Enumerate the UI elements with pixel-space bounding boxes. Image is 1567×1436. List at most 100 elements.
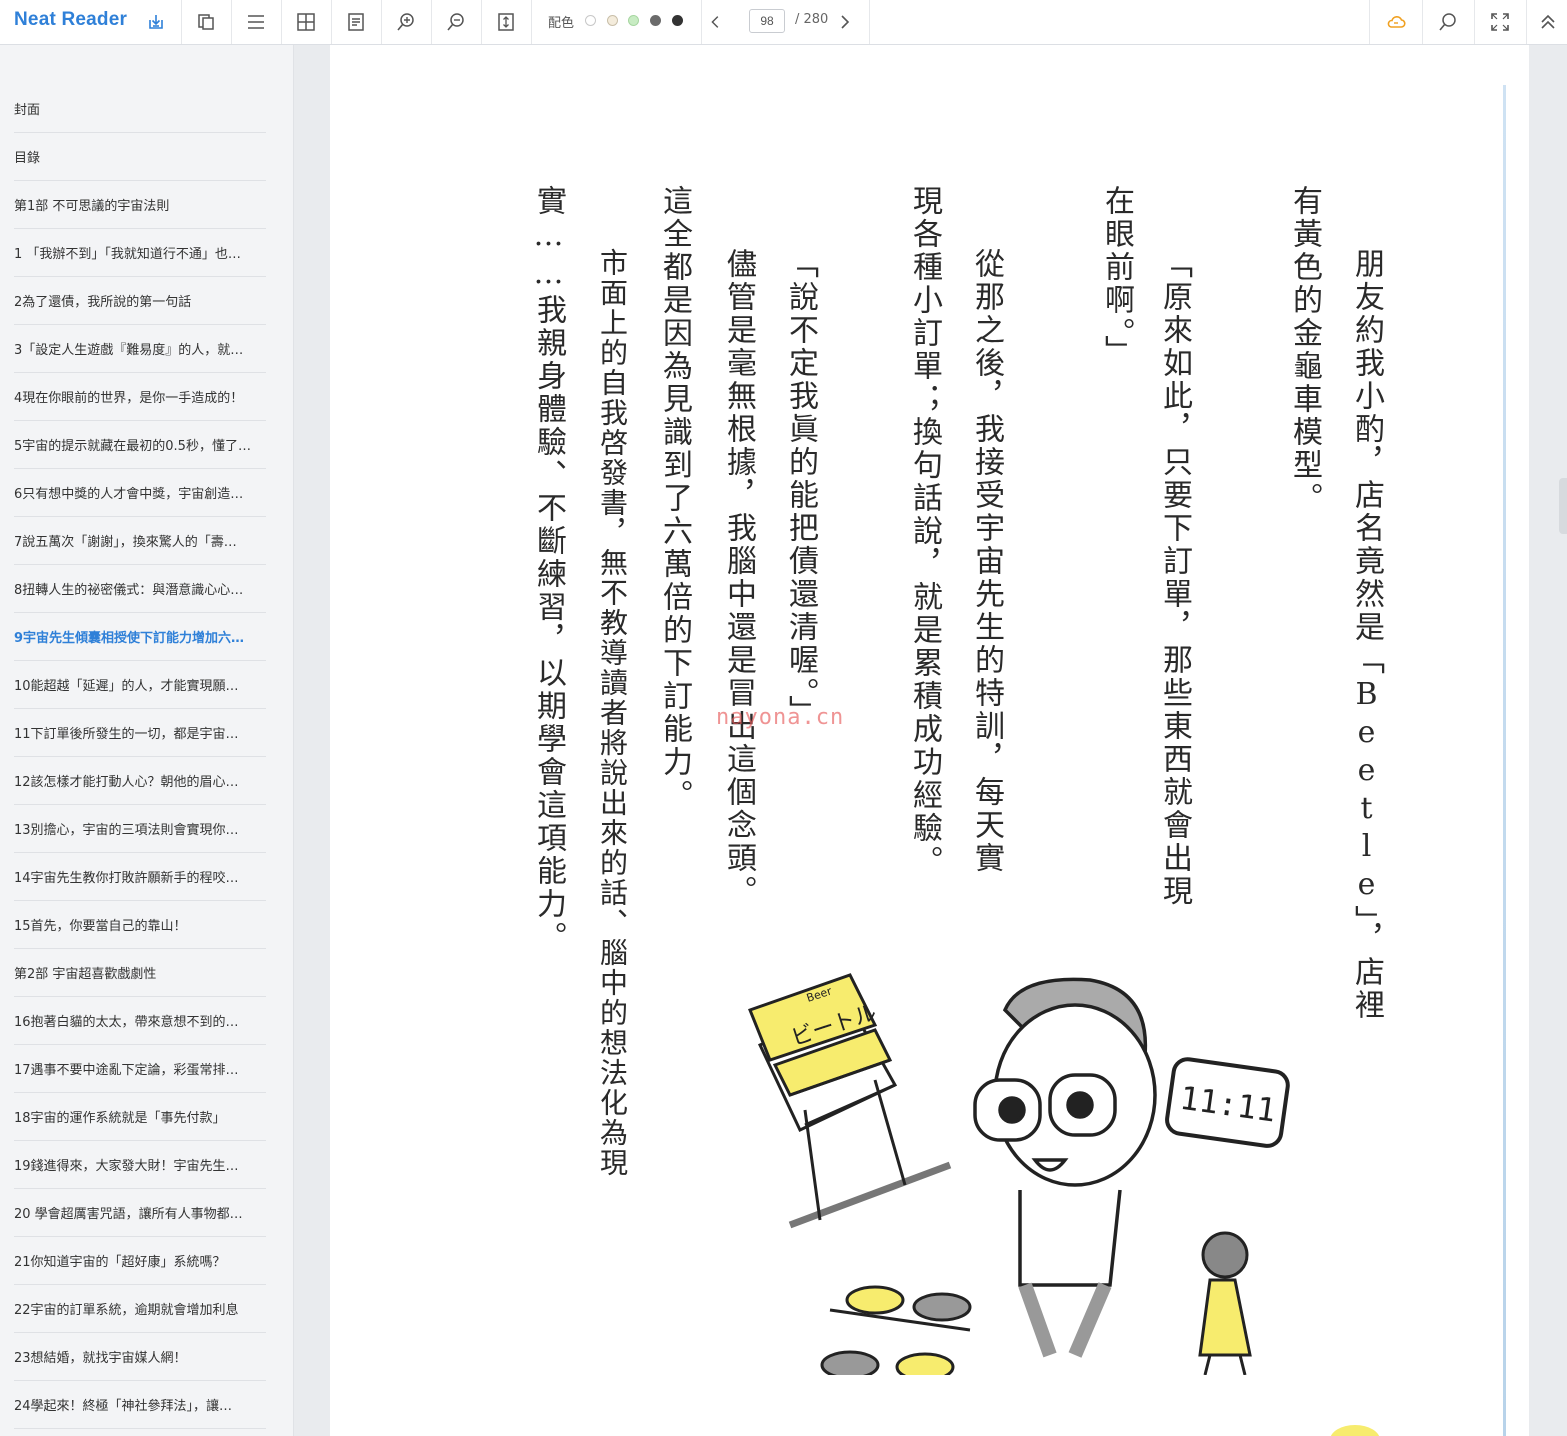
text-column: 「說不定我眞的能把債還清喔。」 bbox=[783, 248, 818, 728]
text-column: 朋友約我小酌，店名竟然是「Beetle」，店裡 bbox=[1349, 248, 1384, 1022]
toc-item[interactable]: 23想結婚，就找宇宙媒人網！ bbox=[14, 1333, 266, 1381]
toc-item[interactable]: 18宇宙的運作系統就是「事先付款」 bbox=[14, 1093, 266, 1141]
toc-menu-button[interactable] bbox=[232, 0, 280, 44]
book-page[interactable]: 朋友約我小酌，店名竟然是「Beetle」，店裡 有黃色的金龜車模型。 「原來如此… bbox=[330, 45, 1529, 1436]
toc-item[interactable]: 17遇事不要中途亂下定論，彩蛋常排… bbox=[14, 1045, 266, 1093]
toc-item-label: 7說五萬次「謝謝」，換來驚人的「壽… bbox=[14, 535, 237, 550]
grid-icon bbox=[297, 13, 315, 31]
toc-item-label: 目錄 bbox=[14, 151, 41, 166]
toc-item[interactable]: 目錄 bbox=[14, 133, 266, 181]
chevron-right-icon bbox=[841, 15, 850, 29]
toc-item-label: 10能超越「延遲」的人，才能實現願… bbox=[14, 679, 239, 694]
toc-item[interactable]: 封面 bbox=[14, 85, 266, 133]
text-column: 現各種小訂單；換句話說，就是累積成功經驗。 bbox=[907, 185, 942, 878]
zoom-in-button[interactable] bbox=[382, 0, 430, 44]
decorative-shape bbox=[1330, 1425, 1380, 1436]
toc-item[interactable]: 4現在你眼前的世界，是你一手造成的！ bbox=[14, 373, 266, 421]
toc-item-label: 2為了還債，我所說的第一句話 bbox=[14, 295, 192, 310]
toc-item[interactable]: 6只有想中獎的人才會中獎，宇宙創造… bbox=[14, 469, 266, 517]
collapse-up-icon bbox=[1540, 14, 1555, 29]
search-icon bbox=[1439, 13, 1456, 31]
toc-item[interactable]: 19錢進得來，大家發大財！宇宙先生… bbox=[14, 1141, 266, 1189]
toc-item[interactable]: 3「設定人生遊戲『難易度』的人，就… bbox=[14, 325, 266, 373]
text-column: 有黃色的金龜車模型。 bbox=[1287, 185, 1322, 515]
toc-item-label: 24學起來！終極「神社參拜法」，讓… bbox=[14, 1399, 233, 1414]
search-button[interactable] bbox=[1424, 0, 1472, 44]
toc-item-label: 6只有想中獎的人才會中獎，宇宙創造… bbox=[14, 487, 244, 502]
page-number-input[interactable] bbox=[749, 9, 785, 33]
toc-item[interactable]: 5宇宙的提示就藏在最初的0.5秒，懂了… bbox=[14, 421, 266, 469]
toc-item[interactable]: 12該怎樣才能打動人心？朝他的眉心… bbox=[14, 757, 266, 805]
toc-item-label: 15首先，你要當自己的靠山！ bbox=[14, 919, 187, 934]
toc-item-label: 3「設定人生遊戲『難易度』的人，就… bbox=[14, 343, 244, 358]
text-column: 實……我親身體驗、不斷練習，以期學會這項能力。 bbox=[531, 185, 566, 954]
toc-item-label: 第1部 不可思議的宇宙法則 bbox=[14, 199, 170, 214]
copy-button[interactable] bbox=[182, 0, 230, 44]
zoom-out-icon bbox=[447, 13, 464, 31]
swatch-dark[interactable] bbox=[672, 15, 683, 26]
toc-item-label: 16抱著白貓的太太，帶來意想不到的… bbox=[14, 1015, 239, 1030]
toc-list: 封面目錄第1部 不可思議的宇宙法則 1 「我辦不到」「我就知道行不通」也… 2為了還… bbox=[14, 85, 266, 1429]
toc-item[interactable]: 13別擔心，宇宙的三項法則會實現你… bbox=[14, 805, 266, 853]
download-icon bbox=[149, 15, 163, 29]
notes-button[interactable] bbox=[332, 0, 380, 44]
shop-illustration: ビートル Beer bbox=[748, 973, 952, 1229]
toc-item[interactable]: 11下訂單後所發生的一切，都是宇宙… bbox=[14, 709, 266, 757]
toc-item[interactable]: 16抱著白貓的太太，帶來意想不到的… bbox=[14, 997, 266, 1045]
toc-item-label: 1 「我辦不到」「我就知道行不通」也… bbox=[14, 247, 241, 262]
swatch-green[interactable] bbox=[628, 15, 639, 26]
toc-item-label: 8扭轉人生的祕密儀式：與潛意識心心… bbox=[14, 583, 244, 598]
toc-item[interactable]: 第2部 宇宙超喜歡戲劇性 bbox=[14, 949, 266, 997]
toc-item-label: 12該怎樣才能打動人心？朝他的眉心… bbox=[14, 775, 239, 790]
toc-item[interactable]: 14宇宙先生教你打敗許願新手的程咬… bbox=[14, 853, 266, 901]
toc-item-label: 19錢進得來，大家發大財！宇宙先生… bbox=[14, 1159, 239, 1174]
cloud-sync-button[interactable] bbox=[1372, 0, 1420, 44]
app-logo[interactable]: Neat Reader bbox=[14, 9, 127, 31]
woman-illustration bbox=[1198, 1231, 1252, 1375]
fit-height-button[interactable] bbox=[482, 0, 530, 44]
toc-item[interactable]: 第1部 不可思議的宇宙法則 bbox=[14, 181, 266, 229]
toc-item[interactable]: 9宇宙先生傾囊相授使下訂能力增加六… bbox=[14, 613, 266, 661]
side-scroll-handle[interactable] bbox=[1559, 478, 1567, 534]
zoom-out-button[interactable] bbox=[432, 0, 480, 44]
text-column: 從那之後，我接受宇宙先生的特訓，每天實 bbox=[969, 248, 1004, 875]
toc-item[interactable]: 20 學會超厲害咒語，讓所有人事物都… bbox=[14, 1189, 266, 1237]
toc-item-label: 17遇事不要中途亂下定論，彩蛋常排… bbox=[14, 1063, 239, 1078]
toc-item-label: 5宇宙的提示就藏在最初的0.5秒，懂了… bbox=[14, 439, 251, 454]
toc-item[interactable]: 8扭轉人生的祕密儀式：與潛意識心心… bbox=[14, 565, 266, 613]
download-button[interactable] bbox=[132, 0, 180, 44]
toc-sidebar: 封面目錄第1部 不可思議的宇宙法則 1 「我辦不到」「我就知道行不通」也… 2為了還… bbox=[0, 45, 294, 1436]
text-column: 儘管是毫無根據，我腦中還是冒出這個念頭。 bbox=[721, 248, 756, 908]
toc-item[interactable]: 15首先，你要當自己的靠山！ bbox=[14, 901, 266, 949]
prev-page-button[interactable] bbox=[707, 0, 755, 44]
swatch-sepia[interactable] bbox=[607, 15, 618, 26]
watermark: nayona.cn bbox=[716, 705, 845, 730]
toc-item-label: 21你知道宇宙的「超好康」系統嗎？ bbox=[14, 1255, 226, 1270]
layout-button[interactable] bbox=[282, 0, 330, 44]
toc-item[interactable]: 7說五萬次「謝謝」，換來驚人的「壽… bbox=[14, 517, 266, 565]
zoom-in-icon bbox=[397, 13, 414, 31]
fit-height-icon bbox=[498, 13, 514, 31]
toc-item-label: 20 學會超厲害咒語，讓所有人事物都… bbox=[14, 1207, 243, 1222]
toc-item[interactable]: 10能超越「延遲」的人，才能實現願… bbox=[14, 661, 266, 709]
cloud-icon bbox=[1387, 16, 1406, 28]
collapse-toolbar-button[interactable] bbox=[1528, 0, 1567, 44]
toc-item[interactable]: 22宇宙的訂單系統，逾期就會增加利息 bbox=[14, 1285, 266, 1333]
toc-item-label: 9宇宙先生傾囊相授使下訂能力增加六… bbox=[14, 631, 245, 646]
toc-item-label: 23想結婚，就找宇宙媒人網！ bbox=[14, 1351, 187, 1366]
swatch-white[interactable] bbox=[585, 15, 596, 26]
fullscreen-icon bbox=[1491, 13, 1509, 31]
toc-item-label: 13別擔心，宇宙的三項法則會實現你… bbox=[14, 823, 239, 838]
cars-illustration bbox=[820, 1285, 972, 1375]
toc-item[interactable]: 24學起來！終極「神社參拜法」，讓… bbox=[14, 1381, 266, 1429]
toc-item[interactable]: 2為了還債，我所說的第一句話 bbox=[14, 277, 266, 325]
swatch-gray[interactable] bbox=[650, 15, 661, 26]
toc-item-label: 18宇宙的運作系統就是「事先付款」 bbox=[14, 1111, 226, 1126]
fullscreen-button[interactable] bbox=[1476, 0, 1524, 44]
toc-item[interactable]: 1 「我辦不到」「我就知道行不通」也… bbox=[14, 229, 266, 277]
toc-item[interactable]: 21你知道宇宙的「超好康」系統嗎？ bbox=[14, 1237, 266, 1285]
next-page-button[interactable] bbox=[820, 0, 868, 44]
color-scheme-label: 配色 bbox=[548, 16, 575, 31]
illustration: ビートル Beer 11:11 bbox=[748, 973, 1290, 1375]
clock-illustration: 11:11 bbox=[1165, 1057, 1290, 1148]
